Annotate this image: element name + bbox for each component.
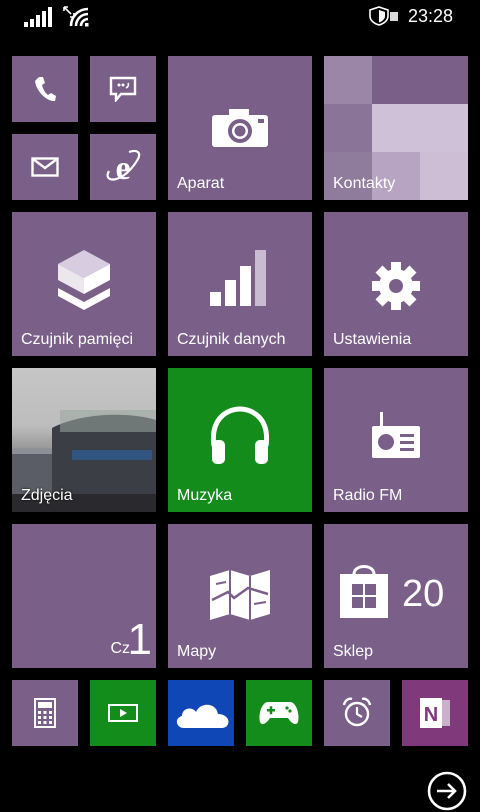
alarm-clock-icon <box>342 697 372 727</box>
gamepad-icon <box>259 702 299 725</box>
tile-xbox-games[interactable] <box>246 680 312 746</box>
tile-label: Radio FM <box>333 487 403 504</box>
calendar-day-number: 1 <box>127 615 152 664</box>
tile-onenote[interactable]: N <box>402 680 468 746</box>
internet-explorer-icon: e <box>106 149 141 185</box>
tile-label: Czujnik pamięci <box>21 331 134 348</box>
tile-messaging[interactable] <box>90 56 156 122</box>
tile-label: Mapy <box>177 643 217 660</box>
tile-label: Muzyka <box>177 487 233 504</box>
signal-strength-icon <box>24 7 52 27</box>
tile-video[interactable] <box>90 680 156 746</box>
tile-camera[interactable]: Aparat <box>168 56 312 200</box>
tile-maps[interactable]: Mapy <box>168 524 312 668</box>
tile-email[interactable] <box>12 134 78 200</box>
tile-radio-fm[interactable]: Radio FM <box>324 368 468 512</box>
tile-music[interactable]: Muzyka <box>168 368 312 512</box>
svg-text:N: N <box>424 704 438 726</box>
store-bag-icon <box>340 565 388 618</box>
gear-icon <box>372 262 420 310</box>
battery-saver-shield-icon <box>369 6 398 26</box>
store-updates-count: 20 <box>402 573 445 615</box>
storage-cube-icon <box>58 250 110 310</box>
onenote-icon: N <box>420 698 450 728</box>
tile-alarms[interactable] <box>324 680 390 746</box>
chat-bubble-icon <box>109 76 137 102</box>
signal-bars-icon <box>210 250 266 306</box>
radio-icon <box>372 412 420 458</box>
arrow-right-circle-icon[interactable] <box>426 770 468 812</box>
calculator-icon <box>34 698 56 728</box>
video-play-icon <box>108 704 138 722</box>
tile-contacts[interactable]: Kontakty <box>324 56 468 200</box>
tile-browser[interactable]: e <box>90 134 156 200</box>
envelope-icon <box>31 157 59 177</box>
tile-data-sense[interactable]: Czujnik danych <box>168 212 312 356</box>
tile-label: Zdjęcia <box>21 487 73 504</box>
phone-icon <box>35 77 56 102</box>
tile-label: Aparat <box>177 175 225 192</box>
tile-photos[interactable]: Zdjęcia <box>12 368 156 512</box>
clock-time: 23:28 <box>408 6 454 26</box>
tile-calendar[interactable]: Cz 1 <box>12 524 156 668</box>
headphones-icon <box>210 406 270 464</box>
tile-calculator[interactable] <box>12 680 78 746</box>
tile-label: Kontakty <box>333 175 396 192</box>
tile-storage-sense[interactable]: Czujnik pamięci <box>12 212 156 356</box>
tile-onedrive[interactable] <box>168 680 234 746</box>
tile-settings[interactable]: Ustawienia <box>324 212 468 356</box>
tile-store[interactable]: 20 Sklep <box>324 524 468 668</box>
camera-icon <box>212 109 268 147</box>
status-bar: 23:28 <box>0 0 480 32</box>
tile-label: Ustawienia <box>333 331 412 348</box>
tile-label: Czujnik danych <box>177 331 286 348</box>
tile-phone[interactable] <box>12 56 78 122</box>
wifi-icon <box>69 7 89 27</box>
cloud-icon <box>176 704 229 728</box>
map-icon <box>210 570 270 620</box>
tile-label: Sklep <box>333 643 374 660</box>
